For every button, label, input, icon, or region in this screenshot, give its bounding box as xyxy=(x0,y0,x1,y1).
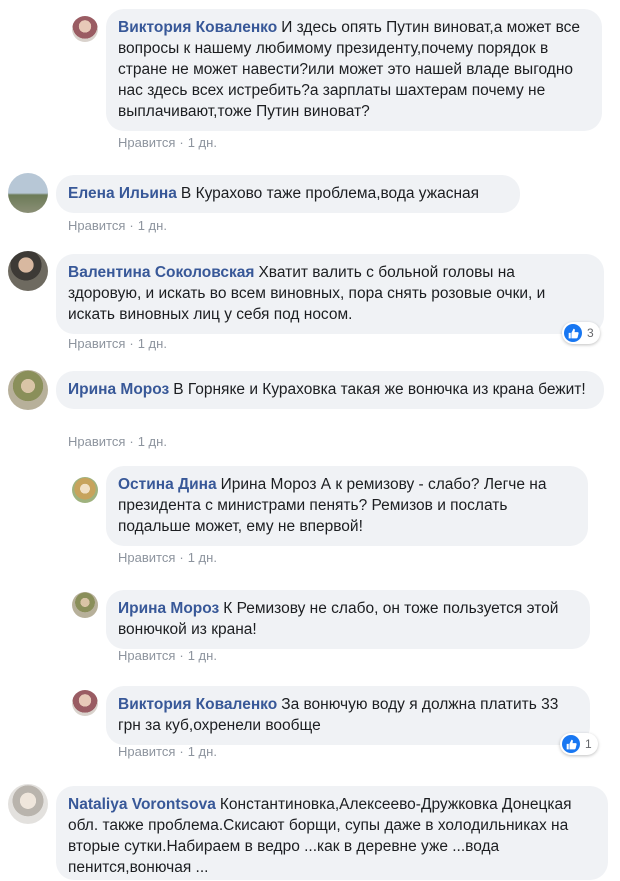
comment-bubble: Nataliya Vorontsova Константиновка,Алексе… xyxy=(56,786,608,880)
comment-bubble: Виктория Коваленко И здесь опять Путин ви… xyxy=(106,9,602,131)
thumbs-up-icon xyxy=(564,324,582,342)
like-button[interactable]: Нравится xyxy=(68,434,125,449)
comment-author[interactable]: Остина Дина xyxy=(118,476,217,493)
comment-actions: Нравится · 1 дн. xyxy=(68,336,167,351)
separator: · xyxy=(129,434,134,449)
comment-author[interactable]: Ирина Мороз xyxy=(118,600,219,617)
comment-time[interactable]: 1 дн. xyxy=(188,550,217,565)
comment-time[interactable]: 1 дн. xyxy=(138,218,167,233)
comment-author[interactable]: Ирина Мороз xyxy=(68,381,169,398)
comment-actions: Нравится · 1 дн. xyxy=(68,218,167,233)
comment-time[interactable]: 1 дн. xyxy=(188,135,217,150)
avatar[interactable] xyxy=(72,592,98,618)
like-button[interactable]: Нравится xyxy=(68,336,125,351)
reaction-count[interactable]: 3 xyxy=(562,322,600,344)
comment-actions: Нравится · 1 дн. xyxy=(118,135,217,150)
separator: · xyxy=(129,336,134,351)
comment-time[interactable]: 1 дн. xyxy=(138,336,167,351)
avatar[interactable] xyxy=(8,784,48,824)
reaction-count-value: 1 xyxy=(585,737,592,751)
like-button[interactable]: Нравится xyxy=(118,135,175,150)
comment-bubble: Елена Ильина В Курахово таже проблема,вод… xyxy=(56,175,520,213)
avatar[interactable] xyxy=(72,477,98,503)
separator: · xyxy=(179,744,184,759)
comment-actions: Нравится · 1 дн. xyxy=(118,648,217,663)
comment-bubble: Остина Дина Ирина Мороз А к ремизову - сл… xyxy=(106,466,588,546)
comment-text: В Горняке и Кураховка такая же вонючка и… xyxy=(173,381,586,398)
comment-bubble: Ирина Мороз К Ремизову не слабо, он тоже … xyxy=(106,590,590,649)
comment-time[interactable]: 1 дн. xyxy=(188,744,217,759)
comment-time[interactable]: 1 дн. xyxy=(188,648,217,663)
avatar[interactable] xyxy=(8,173,48,213)
comment-actions: Нравится · 1 дн. xyxy=(118,550,217,565)
avatar[interactable] xyxy=(72,690,98,716)
like-button[interactable]: Нравится xyxy=(118,744,175,759)
comment-actions: Нравится · 1 дн. xyxy=(68,434,167,449)
avatar[interactable] xyxy=(8,370,48,410)
like-button[interactable]: Нравится xyxy=(118,550,175,565)
comment-author[interactable]: Виктория Коваленко xyxy=(118,696,277,713)
separator: · xyxy=(179,135,184,150)
reaction-count[interactable]: 1 xyxy=(560,733,598,755)
like-button[interactable]: Нравится xyxy=(118,648,175,663)
reaction-count-value: 3 xyxy=(587,326,594,340)
comment-bubble: Ирина Мороз В Горняке и Кураховка такая ж… xyxy=(56,371,604,409)
comment-author[interactable]: Виктория Коваленко xyxy=(118,19,277,36)
comment-time[interactable]: 1 дн. xyxy=(138,434,167,449)
comment-actions: Нравится · 1 дн. xyxy=(118,744,217,759)
comment-text: В Курахово таже проблема,вода ужасная xyxy=(180,185,480,202)
comment-bubble: Виктория Коваленко За вонючую воду я долж… xyxy=(106,686,590,745)
comment-bubble: Валентина Соколовская Хватит валить с бол… xyxy=(56,254,604,334)
separator: · xyxy=(179,648,184,663)
comment-author[interactable]: Валентина Соколовская xyxy=(68,264,254,281)
avatar[interactable] xyxy=(72,16,98,42)
separator: · xyxy=(129,218,134,233)
like-button[interactable]: Нравится xyxy=(68,218,125,233)
comment-author[interactable]: Елена Ильина xyxy=(68,185,177,202)
comment-author[interactable]: Nataliya Vorontsova xyxy=(68,796,216,813)
avatar[interactable] xyxy=(8,251,48,291)
thumbs-up-icon xyxy=(562,735,580,753)
separator: · xyxy=(179,550,184,565)
